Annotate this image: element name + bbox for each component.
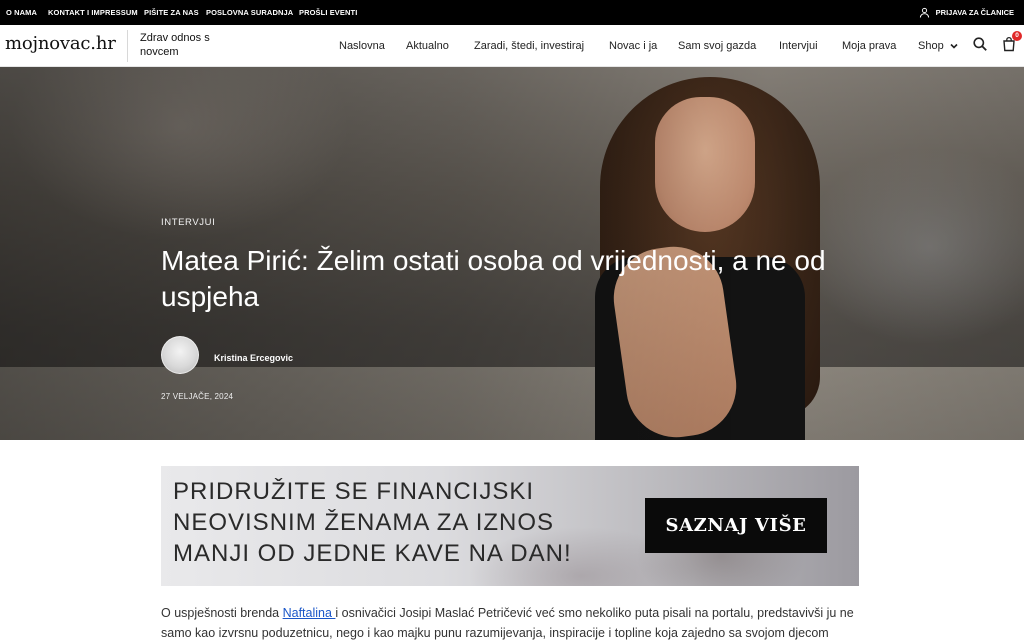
topbar-link-poslovna[interactable]: POSLOVNA SURADNJA bbox=[206, 0, 293, 25]
nav-sam-svoj-gazda[interactable]: Sam svoj gazda bbox=[678, 25, 756, 67]
search-icon[interactable] bbox=[972, 36, 988, 52]
nav-aktualno[interactable]: Aktualno bbox=[406, 25, 449, 67]
promo-banner-text: PRIDRUŽITE SE FINANCIJSKI NEOVISNIM ŽENA… bbox=[173, 478, 572, 567]
divider bbox=[127, 30, 128, 62]
site-tagline: Zdrav odnos s novcem bbox=[140, 32, 210, 58]
promo-banner[interactable]: PRIDRUŽITE SE FINANCIJSKI NEOVISNIM ŽENA… bbox=[161, 466, 859, 586]
chevron-down-icon[interactable] bbox=[949, 41, 959, 51]
topbar-link-eventi[interactable]: PROŠLI EVENTI bbox=[299, 0, 357, 25]
learn-more-button[interactable]: SAZNAJ VIŠE bbox=[645, 498, 827, 553]
top-bar: O NAMA KONTAKT I IMPRESSUM PIŠITE ZA NAS… bbox=[0, 0, 1024, 25]
naftalina-link[interactable]: Naftalina bbox=[283, 606, 336, 620]
member-login-link[interactable]: PRIJAVA ZA ČLANICE bbox=[919, 0, 1014, 25]
site-header: mojnovac.hr Zdrav odnos s novcem Naslovn… bbox=[0, 25, 1024, 67]
user-icon bbox=[919, 7, 929, 18]
author-avatar[interactable] bbox=[161, 336, 199, 374]
article-category[interactable]: INTERVJUI bbox=[161, 217, 215, 228]
author-name[interactable]: Kristina Ercegovic bbox=[214, 353, 293, 363]
nav-intervjui[interactable]: Intervjui bbox=[779, 25, 818, 67]
hero-image[interactable]: INTERVJUI Matea Pirić: Želim ostati osob… bbox=[0, 67, 1024, 440]
nav-zaradi[interactable]: Zaradi, štedi, investiraj bbox=[474, 25, 584, 67]
topbar-link-o-nama[interactable]: O NAMA bbox=[6, 0, 37, 25]
article-paragraph: O uspješnosti brenda Naftalina i osnivač… bbox=[161, 603, 861, 640]
nav-novac-i-ja[interactable]: Novac i ja bbox=[609, 25, 657, 67]
cart-count-badge: 0 bbox=[1012, 31, 1022, 41]
nav-moja-prava[interactable]: Moja prava bbox=[842, 25, 896, 67]
article-text: O uspješnosti brenda bbox=[161, 606, 283, 620]
site-logo[interactable]: mojnovac.hr bbox=[5, 33, 116, 54]
topbar-link-pisite[interactable]: PIŠITE ZA NAS bbox=[144, 0, 199, 25]
login-label: PRIJAVA ZA ČLANICE bbox=[935, 8, 1014, 17]
nav-shop[interactable]: Shop bbox=[918, 25, 944, 67]
nav-naslovna[interactable]: Naslovna bbox=[339, 25, 385, 67]
article-date: 27 VELJAČE, 2024 bbox=[161, 392, 234, 401]
topbar-link-kontakt[interactable]: KONTAKT I IMPRESSUM bbox=[48, 0, 138, 25]
article-title: Matea Pirić: Želim ostati osoba od vrije… bbox=[161, 245, 826, 312]
